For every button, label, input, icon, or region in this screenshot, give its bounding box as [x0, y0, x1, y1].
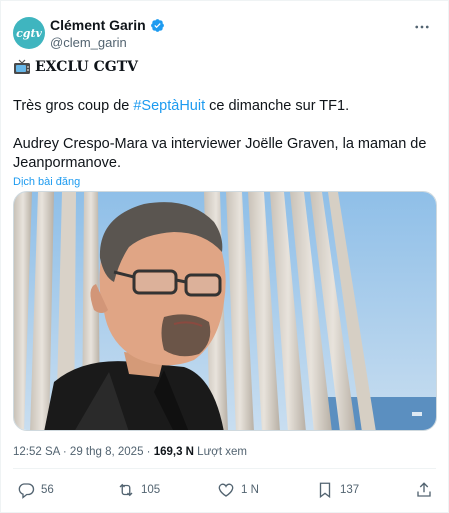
avatar[interactable]: cgtv — [13, 17, 45, 49]
action-bar: 56 105 1 N 137 — [13, 479, 436, 501]
tweet-text-part: Très gros coup de — [13, 98, 134, 114]
share-icon — [417, 482, 431, 497]
tweet-card: cgtv Clément Garin @clem_garin EXCLU CGT… — [0, 0, 449, 513]
tweet-paragraph-1: Très gros coup de #SeptàHuit ce dimanche… — [13, 97, 436, 116]
divider — [13, 468, 436, 469]
more-options-icon[interactable] — [412, 17, 432, 37]
author-names: Clément Garin @clem_garin — [50, 17, 165, 51]
meta-separator: · — [59, 446, 70, 458]
tweet-meta: 12:52 SA · 29 thg 8, 2025 · 169,3 N Lượt… — [13, 444, 247, 460]
tweet-time[interactable]: 12:52 SA — [13, 446, 60, 458]
tweet-date[interactable]: 29 thg 8, 2025 — [70, 446, 144, 458]
translate-post-link[interactable]: Dịch bài đăng — [13, 175, 436, 189]
reply-icon — [18, 483, 35, 499]
tweet-header: cgtv Clément Garin @clem_garin — [13, 13, 436, 53]
repost-count: 105 — [141, 484, 161, 496]
exclu-label: EXCLU CGTV — [35, 59, 138, 75]
photo-illustration — [14, 192, 436, 430]
tweet-text-part: ce dimanche sur TF1. — [205, 98, 350, 114]
verified-badge-icon — [150, 19, 164, 32]
heart-icon — [218, 483, 234, 497]
tweet-photo[interactable] — [13, 191, 437, 431]
share-button[interactable] — [415, 479, 439, 501]
tweet-paragraph-2: Audrey Crespo-Mara va interviewer Joëlle… — [13, 136, 427, 171]
author-display-name[interactable]: Clément Garin — [50, 17, 146, 34]
reply-button[interactable]: 56 — [17, 479, 54, 501]
author-handle[interactable]: @clem_garin — [50, 34, 165, 51]
bookmark-button[interactable]: 137 — [316, 479, 359, 501]
repost-icon — [119, 483, 133, 497]
meta-separator: · — [143, 446, 154, 458]
like-button[interactable]: 1 N — [217, 479, 259, 501]
bookmark-count: 137 — [340, 484, 360, 496]
television-emoji-icon — [14, 59, 30, 74]
exclu-line: EXCLU CGTV — [13, 57, 436, 77]
views-label: Lượt xem — [193, 446, 247, 458]
like-count: 1 N — [241, 484, 259, 496]
bookmark-icon — [319, 482, 331, 499]
author-display-name-row[interactable]: Clément Garin — [50, 17, 165, 34]
tweet-body: EXCLU CGTV Très gros coup de #SeptàHuit … — [13, 57, 436, 189]
hashtag-link[interactable]: #SeptàHuit — [133, 98, 205, 114]
reply-count: 56 — [41, 484, 54, 496]
views-count: 169,3 N — [153, 446, 194, 458]
repost-button[interactable]: 105 — [117, 479, 160, 501]
